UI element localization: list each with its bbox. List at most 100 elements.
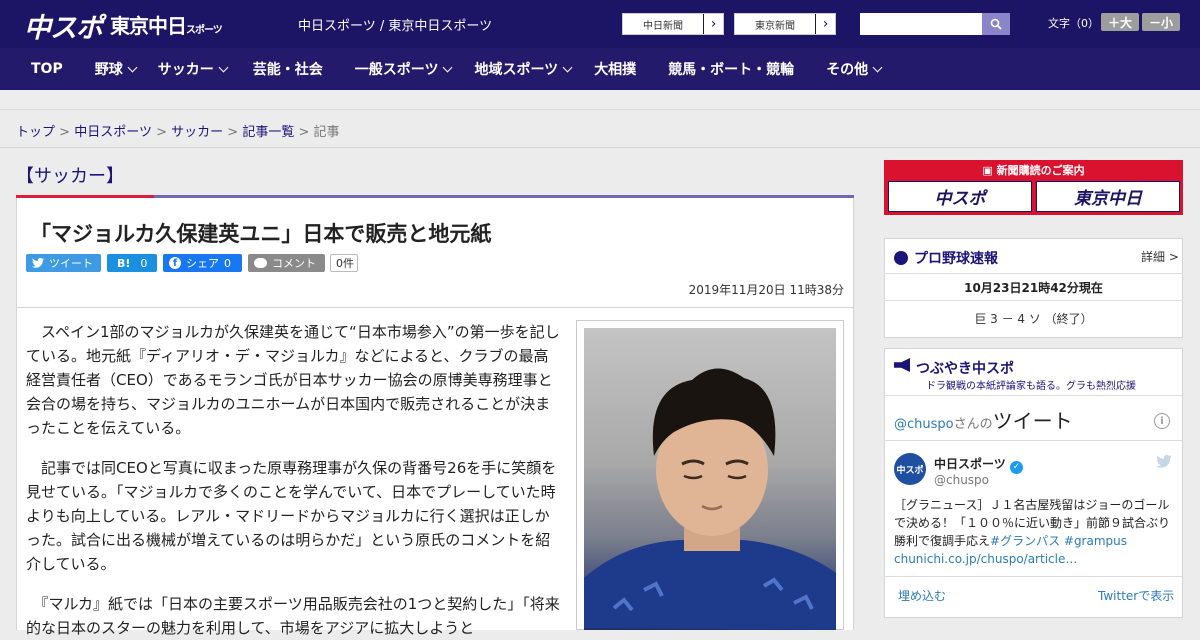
baseball-score-title-text: プロ野球速報 — [914, 251, 998, 267]
search-icon — [990, 18, 1002, 30]
baseball-detail-link[interactable]: 詳細 > — [1141, 248, 1179, 265]
search-input[interactable] — [860, 13, 982, 35]
breadcrumb-chuspo[interactable]: 中日スポーツ — [74, 125, 152, 140]
nav-label: その他 — [826, 62, 869, 78]
article-paragraph: 『マルカ』紙では「日本の主要スポーツ用品販売会社の1つと契約した」「将来的な日本… — [26, 595, 560, 637]
nav-label: 一般スポーツ — [354, 62, 439, 78]
comment-button[interactable]: コメント — [248, 254, 325, 272]
breadcrumb-separator: > — [298, 125, 310, 140]
twitter-embed-link[interactable]: 埋め込む — [898, 587, 946, 604]
article-paragraph: スペイン1部のマジョルカが久保建英を通じて“日本市場参入”の第一歩を記している。… — [26, 323, 560, 437]
article-paragraph: 記事では同CEOと写真に収まった原専務理事が久保の背番号26を手に笑顔を見せてい… — [26, 459, 557, 573]
facebook-share-button[interactable]: f シェア 0 — [163, 254, 242, 272]
baseball-score-time: 10月23日21時42分現在 — [964, 281, 1103, 295]
subscription-ad-title: ▣ 新聞購読のご案内 — [884, 162, 1183, 178]
nav-label: 芸能・社会 — [252, 62, 323, 78]
chevron-down-icon — [127, 62, 138, 72]
subscribe-chuspo-button[interactable]: 中スポ — [888, 181, 1032, 212]
breadcrumb-soccer[interactable]: サッカー — [171, 125, 223, 140]
view-on-twitter-link[interactable]: Twitterで表示 — [1098, 587, 1174, 604]
header-spacer — [0, 90, 1200, 110]
facebook-label: シェア — [186, 257, 219, 270]
twitter-timeline-header: @chuspoさんのツイート — [894, 405, 1073, 434]
breadcrumb-article-list[interactable]: 記事一覧 — [242, 125, 294, 140]
baseball-icon — [894, 251, 908, 265]
breadcrumb-separator: > — [227, 125, 239, 140]
nav-label: 大相撲 — [594, 62, 637, 78]
chevron-down-icon — [218, 62, 229, 72]
nav-item-sumo[interactable]: 大相撲 — [594, 48, 636, 90]
tweet-button[interactable]: ツイート — [26, 254, 101, 272]
twitter-account-suffix: さんの — [953, 417, 993, 432]
twitter-widget-subtitle: ドラ観戦の本紙評論家も語る。グラも熱烈応援 — [926, 381, 1136, 392]
nav-item-soccer[interactable]: サッカー — [157, 48, 229, 90]
search-button[interactable] — [982, 13, 1010, 35]
article-date: 2019年11月20日 11時38分 — [688, 283, 844, 297]
avatar[interactable]: 中スポ — [894, 453, 926, 485]
tokyo-chunichi-logo-sub: スポーツ — [186, 25, 223, 36]
nav-label: TOP — [31, 61, 63, 77]
chevron-right-icon: › — [815, 14, 835, 34]
facebook-icon: f — [169, 257, 181, 269]
newspaper-icon: ▣ — [982, 164, 997, 177]
tweet-user-handle[interactable]: @chuspo — [934, 473, 989, 487]
divider — [884, 273, 1183, 274]
nav-item-general-sports[interactable]: 一般スポーツ — [354, 48, 453, 90]
twitter-widget-title: つぶやき中スポ — [916, 361, 1014, 377]
nav-label: 地域スポーツ — [474, 62, 559, 78]
chevron-down-icon — [872, 62, 883, 72]
font-size-label: 文字（0） — [1048, 17, 1099, 30]
divider — [885, 395, 1182, 396]
comment-label: コメント — [272, 257, 316, 270]
nav-item-other[interactable]: その他 — [826, 48, 883, 90]
article-category: 【サッカー】 — [16, 166, 124, 187]
tokyo-chunichi-logo-text: 東京中日 — [110, 14, 187, 38]
nav-label: 野球 — [94, 62, 123, 78]
nav-item-entertainment[interactable]: 芸能・社会 — [253, 48, 323, 90]
tweet-label: ツイート — [49, 257, 93, 270]
breadcrumb-current: 記事 — [313, 125, 340, 140]
subscribe-tokyo-chunichi-button[interactable]: 東京中日 — [1036, 181, 1180, 212]
divider — [884, 300, 1183, 301]
nav-item-regional-sports[interactable]: 地域スポーツ — [474, 48, 573, 90]
chevron-right-icon: › — [703, 14, 723, 34]
chunichi-shimbun-label: 中日新聞 — [643, 20, 683, 32]
tweet-user-name[interactable]: 中日スポーツ ✓ — [934, 455, 1023, 474]
nav-item-baseball[interactable]: 野球 — [94, 48, 138, 90]
hatena-bookmark-button[interactable]: B! 0 — [107, 254, 157, 272]
comment-count: 0件 — [330, 254, 358, 272]
nav-label: サッカー — [157, 62, 214, 78]
article-title: 「マジョルカ久保建英ユニ」日本で販売と地元紙 — [30, 222, 492, 246]
chuspo-logo[interactable]: 中スポ — [24, 6, 103, 45]
breadcrumb-top[interactable]: トップ — [16, 125, 55, 140]
twitter-bird-icon — [32, 258, 44, 268]
breadcrumb-separator: > — [156, 125, 167, 140]
twitter-tweets-label: ツイート — [992, 409, 1073, 433]
subscription-ad-title-text: 新聞購読のご案内 — [996, 164, 1085, 177]
article-photo[interactable] — [584, 328, 836, 630]
tweet-link[interactable]: chunichi.co.jp/chuspo/article… — [894, 552, 1077, 566]
hatena-count: 0 — [140, 256, 148, 270]
tokyo-shimbun-link[interactable]: 東京新聞 › — [734, 13, 836, 35]
tokyo-shimbun-label: 東京新聞 — [755, 20, 795, 32]
twitter-bird-icon[interactable] — [1156, 455, 1172, 468]
baseball-score-result[interactable]: 巨 3 － 4 ソ （終了） — [884, 310, 1183, 327]
chevron-down-icon — [443, 62, 453, 72]
site-label[interactable]: 中日スポーツ / 東京中日スポーツ — [298, 15, 492, 34]
verified-badge-icon: ✓ — [1009, 460, 1023, 474]
tokyo-chunichi-logo[interactable]: 東京中日スポーツ — [110, 10, 223, 39]
twitter-account-link[interactable]: @chuspo — [894, 417, 954, 432]
chevron-down-icon — [562, 62, 573, 72]
nav-label: 競馬・ボート・競輪 — [668, 62, 795, 78]
font-smaller-button[interactable]: －小 — [1142, 13, 1180, 31]
nav-item-top[interactable]: TOP — [31, 48, 63, 90]
chunichi-shimbun-link[interactable]: 中日新聞 › — [622, 13, 724, 35]
font-bigger-button[interactable]: ＋大 — [1101, 13, 1139, 31]
tweet-user-name-text: 中日スポーツ — [934, 457, 1006, 471]
tweet-text: ［グラニュース］Ｊ１名古屋残留はジョーのゴールで決める！「１００％に近い動き」前… — [894, 496, 1174, 568]
info-icon[interactable]: i — [1154, 413, 1170, 429]
player-photo-illustration — [584, 368, 836, 630]
tweet-hashtags[interactable]: #グランパス #grampus — [990, 534, 1127, 548]
hatena-label: B! — [117, 256, 131, 270]
nav-item-racing[interactable]: 競馬・ボート・競輪 — [668, 48, 794, 90]
